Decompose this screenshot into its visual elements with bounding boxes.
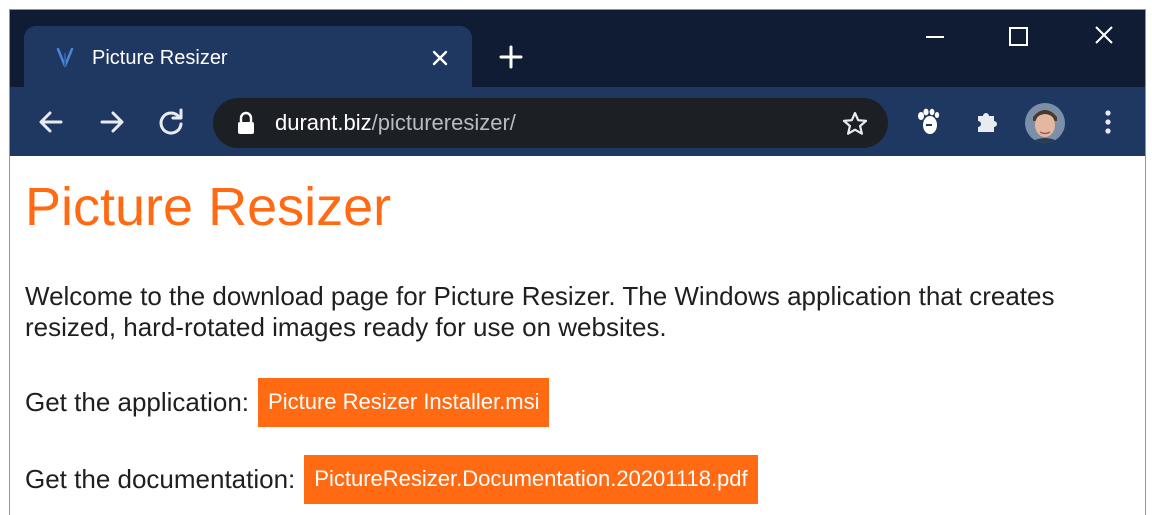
close-window-icon[interactable] xyxy=(1084,22,1124,52)
picture-resizer-favicon-icon xyxy=(56,47,74,68)
download-row-application: Get the application: Picture Resizer Inst… xyxy=(25,378,550,427)
puzzle-icon[interactable] xyxy=(970,105,1004,139)
download-installer-link[interactable]: Picture Resizer Installer.msi xyxy=(258,378,550,427)
url-path: /pictureresizer/ xyxy=(371,110,516,135)
kebab-menu-icon[interactable] xyxy=(1091,105,1125,139)
page-title: Picture Resizer xyxy=(25,177,392,237)
avatar-image xyxy=(1025,103,1065,143)
new-tab-icon[interactable] xyxy=(496,42,526,72)
url-host: durant.biz xyxy=(275,110,372,135)
download-label-documentation: Get the documentation: xyxy=(25,464,296,494)
star-icon[interactable] xyxy=(841,110,869,138)
forward-icon[interactable] xyxy=(95,105,129,139)
reload-icon[interactable] xyxy=(154,105,188,139)
browser-window: Picture Resizer durant.biz/pictureresize… xyxy=(9,9,1146,515)
tab-close-icon[interactable] xyxy=(426,44,454,72)
back-icon[interactable] xyxy=(34,105,68,139)
lock-icon[interactable] xyxy=(235,111,257,135)
browser-toolbar: durant.biz/pictureresizer/ xyxy=(10,87,1145,156)
profile-avatar[interactable] xyxy=(1025,103,1065,143)
minimize-icon[interactable] xyxy=(915,22,955,52)
page-content: Picture Resizer Welcome to the download … xyxy=(10,156,1145,515)
tab-picture-resizer[interactable]: Picture Resizer xyxy=(24,26,472,87)
tab-strip: Picture Resizer xyxy=(10,10,1145,87)
maximize-icon[interactable] xyxy=(998,22,1038,52)
download-row-documentation: Get the documentation: PictureResizer.Doc… xyxy=(25,455,758,504)
paw-icon[interactable] xyxy=(912,105,946,139)
address-bar[interactable]: durant.biz/pictureresizer/ xyxy=(213,98,888,148)
tab-title: Picture Resizer xyxy=(92,47,228,69)
url-text[interactable]: durant.biz/pictureresizer/ xyxy=(275,110,516,136)
download-documentation-link[interactable]: PictureResizer.Documentation.20201118.pd… xyxy=(304,455,758,504)
intro-paragraph: Welcome to the download page for Picture… xyxy=(25,281,1055,342)
download-label-application: Get the application: xyxy=(25,387,250,417)
